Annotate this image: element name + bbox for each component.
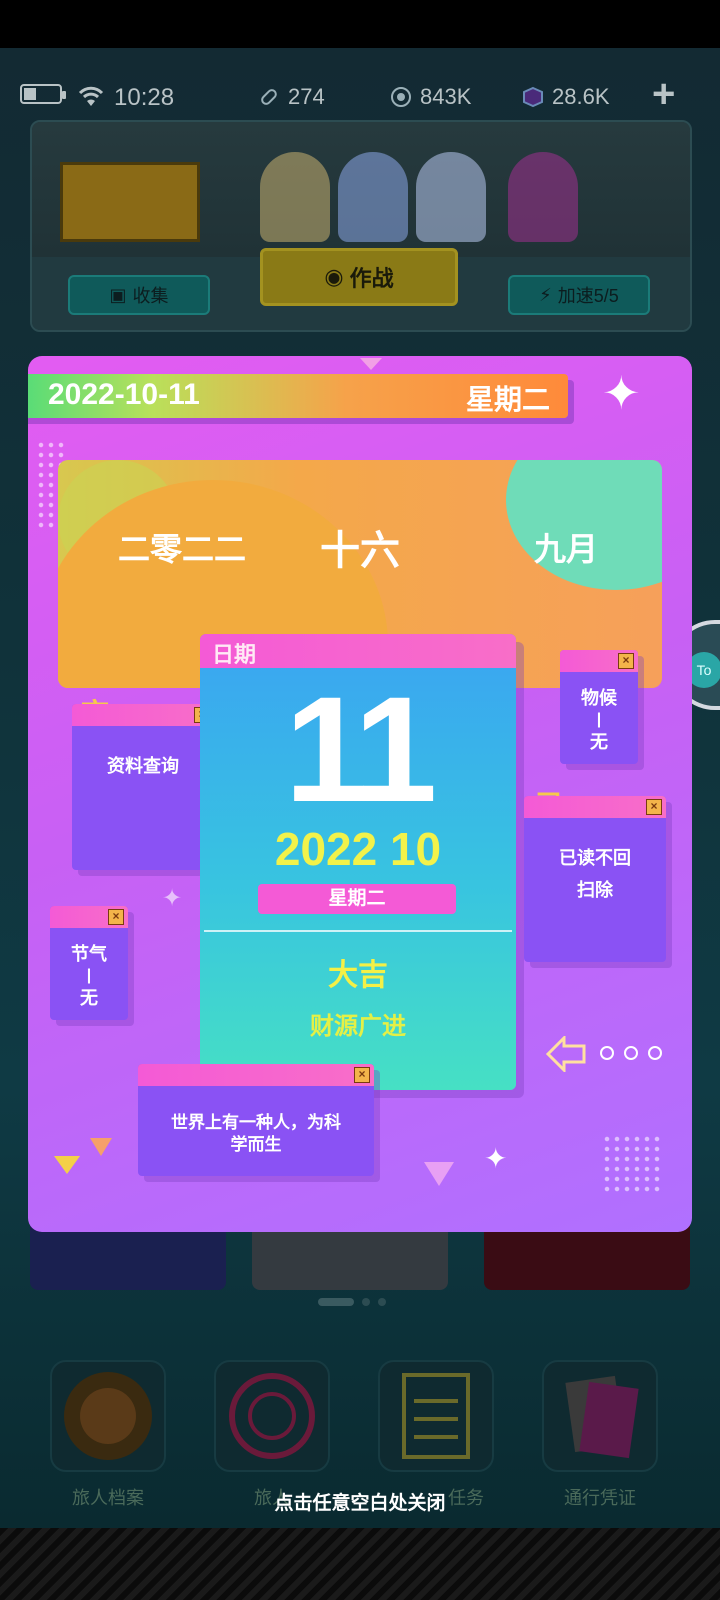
avoid-text-1: 已读不回 xyxy=(559,848,631,868)
archive-icon xyxy=(64,1372,152,1460)
resource-energy[interactable]: 274 xyxy=(258,84,325,110)
fortune-text: 财源广进 xyxy=(310,1013,406,1040)
lunar-month: 九月 xyxy=(534,531,599,567)
resource-crystals-value: 28.6K xyxy=(552,84,610,109)
drill-machine xyxy=(60,162,200,242)
task-list-icon xyxy=(402,1373,470,1459)
divider xyxy=(204,930,512,932)
resource-energy-value: 274 xyxy=(288,84,325,109)
lunar-year: 二零二二 xyxy=(118,531,247,567)
character-4 xyxy=(508,152,578,242)
clock: 10:28 xyxy=(114,84,175,111)
avoid-window: × 已读不回 扫除 xyxy=(524,796,666,962)
speed-label: 加速5/5 xyxy=(557,286,619,306)
day-number: 11 xyxy=(284,665,438,833)
resource-crystals[interactable]: 28.6K xyxy=(522,84,610,110)
triangle-icon xyxy=(54,1156,80,1174)
decor-dots xyxy=(602,1134,662,1194)
collect-button[interactable]: ▣ 收集 xyxy=(68,275,210,315)
location-icon: ◉ xyxy=(324,264,344,289)
character-3 xyxy=(416,152,486,242)
date-card: 日期 11 2022 10 星期二 大吉 财源广进 xyxy=(200,634,516,1090)
lunar-day: 十六 xyxy=(320,529,400,573)
battery-icon xyxy=(20,84,66,104)
add-resource-button[interactable]: + xyxy=(652,72,675,117)
gregorian-date: 2022-10-11 xyxy=(48,378,200,411)
year-month: 2022 10 xyxy=(274,823,442,875)
date-header: 2022-10-11 星期二 xyxy=(28,374,568,418)
suitable-window: × 资料查询 xyxy=(72,704,214,870)
battle-button[interactable]: ◉ 作战 xyxy=(260,248,458,306)
phenology-window: × 物候 | 无 xyxy=(560,650,638,764)
luck-text: 大吉 xyxy=(328,959,388,992)
collect-label: 收集 xyxy=(132,286,169,306)
triangle-icon xyxy=(360,358,382,370)
top-black-strip xyxy=(0,0,720,48)
close-icon: × xyxy=(108,909,124,925)
radar-icon xyxy=(229,1373,315,1459)
status-bar: 10:28 274 843K 28.6K + xyxy=(0,72,720,118)
date-card-header: 日期 xyxy=(212,642,257,667)
sparkle-icon: ✦ xyxy=(484,1143,508,1174)
suitable-text: 资料查询 xyxy=(107,756,179,776)
phenology-value: 无 xyxy=(590,732,608,752)
avoid-text-2: 扫除 xyxy=(577,880,613,900)
quote-window: × 世界上有一种人，为科学而生 xyxy=(138,1064,374,1176)
close-icon: × xyxy=(646,799,662,815)
resource-coins[interactable]: 843K xyxy=(390,84,471,110)
daily-calendar-popup: 二零二二 十六 九月 ✦ ✦ ✦ 2022-10-11 星期二 宜 × 资料查询… xyxy=(28,356,692,1232)
close-icon: × xyxy=(354,1067,370,1083)
sparkle-icon: ✦ xyxy=(602,367,641,419)
close-icon: × xyxy=(618,653,634,669)
decor-rings xyxy=(600,1046,662,1060)
character-1 xyxy=(260,152,330,242)
speed-up-button[interactable]: ⚡ 加速5/5 xyxy=(508,275,650,315)
sparkle-icon: ✦ xyxy=(162,885,183,912)
battle-label: 作战 xyxy=(349,266,394,291)
character-2 xyxy=(338,152,408,242)
close-hint[interactable]: 点击任意空白处关闭 xyxy=(0,1488,720,1515)
capsule-icon xyxy=(261,89,277,105)
arrow-left-icon xyxy=(546,1036,586,1072)
carousel-pager xyxy=(318,1298,386,1306)
solar-term-value: 无 xyxy=(80,988,98,1008)
bottom-black-strip xyxy=(0,1528,720,1600)
lightning-icon: ⚡ xyxy=(539,284,552,305)
solar-term-window: × 节气 | 无 xyxy=(50,906,128,1020)
card-weekday: 星期二 xyxy=(258,884,456,914)
header-weekday: 星期二 xyxy=(465,384,550,415)
coin-icon xyxy=(391,87,411,107)
triangle-icon xyxy=(90,1138,112,1156)
wifi-icon xyxy=(76,84,106,108)
pass-card-icon xyxy=(565,1375,639,1459)
base-scene xyxy=(32,122,690,257)
triangle-icon xyxy=(424,1162,454,1186)
quote-text: 世界上有一种人，为科学而生 xyxy=(171,1113,341,1154)
cube-icon xyxy=(523,86,543,108)
base-panel: ▣ 收集 ⚡ 加速5/5 ◉ 作战 xyxy=(30,120,692,332)
resource-coins-value: 843K xyxy=(420,84,472,109)
box-icon: ▣ xyxy=(109,284,127,305)
